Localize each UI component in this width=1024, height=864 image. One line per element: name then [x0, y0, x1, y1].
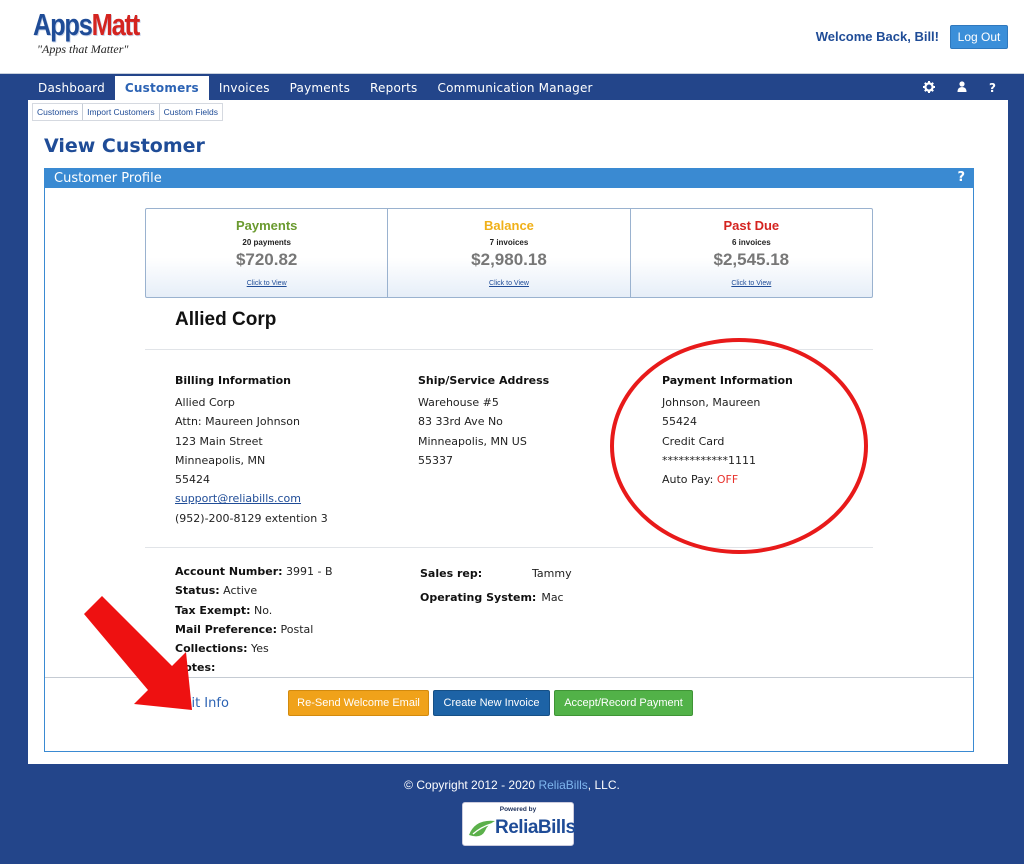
- shipping-line: 83 33rd Ave No: [418, 415, 503, 429]
- nav-icons: ?: [923, 76, 996, 100]
- powered-by-reliabills-badge[interactable]: Powered by ReliaBills: [462, 802, 576, 846]
- resend-welcome-email-button[interactable]: Re-Send Welcome Email: [288, 690, 429, 716]
- page-title: View Customer: [44, 135, 205, 157]
- panel-header: Customer Profile ?: [45, 169, 973, 188]
- billing-information: Billing Information Allied Corp Attn: Ma…: [175, 373, 328, 528]
- reliabills-link[interactable]: ReliaBills: [538, 778, 587, 792]
- stat-past-due: Past Due 6 invoices $2,545.18 Click to V…: [631, 209, 872, 297]
- subnav-import-customers[interactable]: Import Customers: [83, 104, 160, 120]
- copyright-prefix: © Copyright 2012 - 2020: [404, 778, 539, 792]
- stat-title: Balance: [484, 218, 534, 233]
- ship-service-address: Ship/Service Address Warehouse #5 83 33r…: [418, 373, 549, 470]
- footer: © Copyright 2012 - 2020 ReliaBills, LLC.: [0, 778, 1024, 792]
- billing-phone: (952)-200-8129 extention 3: [175, 511, 328, 525]
- detail-account-number: Account Number: 3991 - B: [175, 565, 333, 578]
- past-due-view-link[interactable]: Click to View: [731, 280, 771, 287]
- customer-name: Allied Corp: [175, 309, 277, 330]
- balance-view-link[interactable]: Click to View: [489, 280, 529, 287]
- billing-line: Attn: Maureen Johnson: [175, 415, 300, 429]
- stat-amount: $2,980.18: [471, 250, 547, 269]
- subnav-custom-fields[interactable]: Custom Fields: [160, 104, 222, 120]
- payments-view-link[interactable]: Click to View: [247, 280, 287, 287]
- help-icon[interactable]: ?: [957, 170, 965, 185]
- billing-heading: Billing Information: [175, 374, 291, 387]
- stat-title: Payments: [235, 218, 298, 233]
- shipping-heading: Ship/Service Address: [418, 374, 550, 387]
- appsmatt-logo[interactable]: AppsMatt "Apps that Matter": [33, 8, 162, 57]
- user-icon[interactable]: [957, 81, 967, 95]
- nav-reports[interactable]: Reports: [360, 76, 427, 100]
- nav-communication-manager[interactable]: Communication Manager: [427, 76, 602, 100]
- custom-fields: Sales rep: Tammy Operating System: Mac: [420, 562, 572, 610]
- logo-wordmark: AppsMatt: [33, 7, 140, 42]
- logout-button[interactable]: Log Out: [950, 25, 1008, 49]
- stat-payments: Payments 20 payments $720.82 Click to Vi…: [146, 209, 389, 297]
- stat-title: Past Due: [723, 218, 780, 233]
- welcome-message: Welcome Back, Bill!: [815, 29, 939, 44]
- annotation-arrow-icon: [84, 596, 192, 710]
- reliabills-leaf-icon: [469, 820, 495, 837]
- detail-sales-rep: Sales rep: Tammy: [420, 567, 572, 580]
- main-nav: Dashboard Customers Invoices Payments Re…: [28, 76, 1008, 100]
- nav-customers[interactable]: Customers: [114, 76, 209, 100]
- billing-line: Allied Corp: [175, 396, 235, 409]
- detail-operating-system: Operating System: Mac: [420, 591, 564, 604]
- accept-record-payment-button[interactable]: Accept/Record Payment: [554, 690, 693, 716]
- billing-line: 123 Main Street: [175, 434, 263, 448]
- reliabills-wordmark: ReliaBills: [495, 817, 576, 838]
- stat-balance: Balance 7 invoices $2,980.18 Click to Vi…: [388, 209, 631, 297]
- nav-payments[interactable]: Payments: [280, 76, 360, 100]
- stat-count: 7 invoices: [489, 238, 529, 247]
- copyright-suffix: , LLC.: [587, 778, 620, 792]
- nav-dashboard[interactable]: Dashboard: [28, 76, 115, 100]
- shipping-line: Minneapolis, MN US: [418, 434, 527, 448]
- gear-icon[interactable]: [923, 80, 936, 96]
- create-new-invoice-button[interactable]: Create New Invoice: [433, 690, 550, 716]
- shipping-line: Warehouse #5: [418, 396, 499, 409]
- annotation-circle: [610, 338, 868, 554]
- help-icon[interactable]: ?: [989, 81, 996, 95]
- billing-line: Minneapolis, MN: [175, 453, 266, 467]
- billing-email-link[interactable]: support@reliabills.com: [175, 492, 301, 505]
- stat-amount: $2,545.18: [713, 250, 790, 269]
- nav-invoices[interactable]: Invoices: [209, 76, 280, 100]
- sub-nav: Customers Import Customers Custom Fields: [32, 103, 223, 121]
- billing-line: 55424: [175, 473, 210, 487]
- panel-title: Customer Profile: [54, 171, 162, 186]
- subnav-customers[interactable]: Customers: [33, 104, 84, 120]
- logo-tagline: "Apps that Matter": [37, 42, 129, 56]
- stat-count: 6 invoices: [731, 238, 771, 247]
- stat-count: 20 payments: [242, 238, 291, 247]
- powered-by-label: Powered by: [499, 806, 537, 813]
- top-bar: AppsMatt "Apps that Matter" Welcome Back…: [0, 0, 1024, 74]
- shipping-line: 55337: [418, 453, 453, 467]
- stat-amount: $720.82: [235, 250, 298, 269]
- account-summary: Payments 20 payments $720.82 Click to Vi…: [145, 208, 873, 298]
